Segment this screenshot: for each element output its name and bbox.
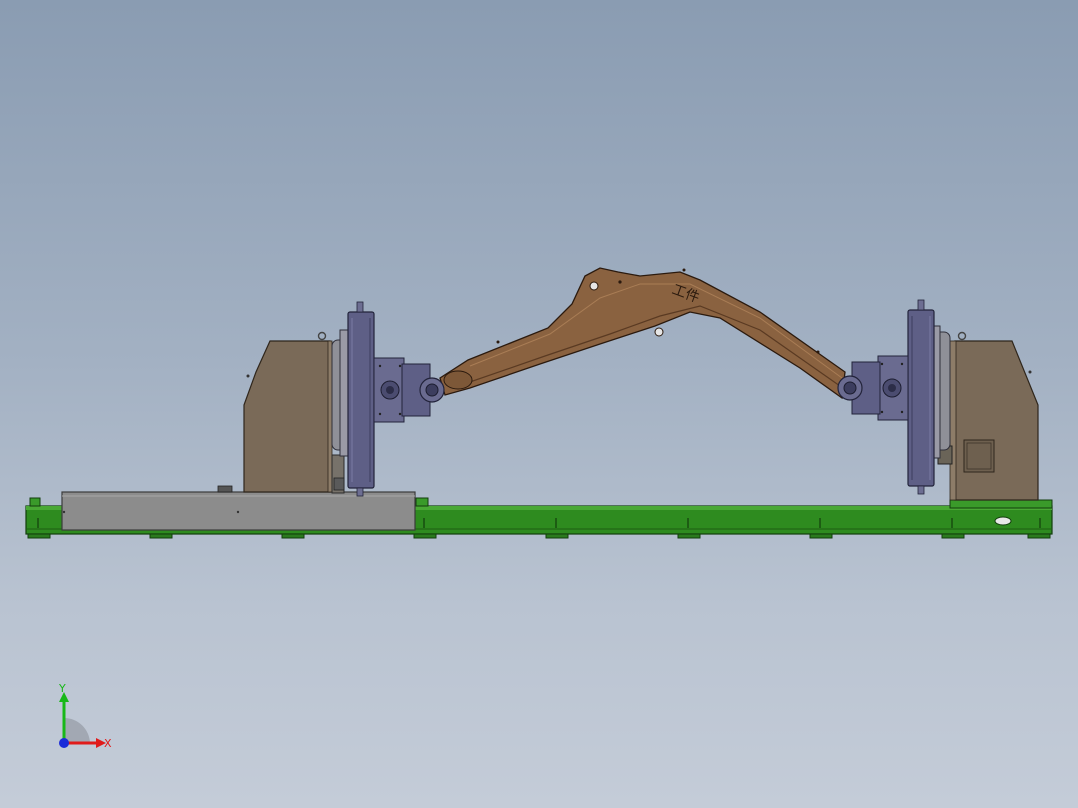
left-faceplate[interactable] (331, 301, 431, 497)
z-axis-icon (59, 738, 69, 748)
graphics-viewport[interactable]: 工件 Y X (0, 0, 1078, 808)
triad-plane-icon (64, 718, 90, 743)
y-axis-label: Y (58, 682, 66, 695)
model-view[interactable]: 工件 (0, 0, 1078, 808)
coordinate-triad: Y X (58, 682, 112, 750)
cover-box[interactable] (61, 491, 416, 531)
x-axis-label: X (104, 737, 112, 750)
right-faceplate[interactable] (851, 299, 951, 495)
workpiece-boom[interactable]: 工件 (419, 267, 863, 403)
right-headstock[interactable] (937, 331, 1039, 501)
